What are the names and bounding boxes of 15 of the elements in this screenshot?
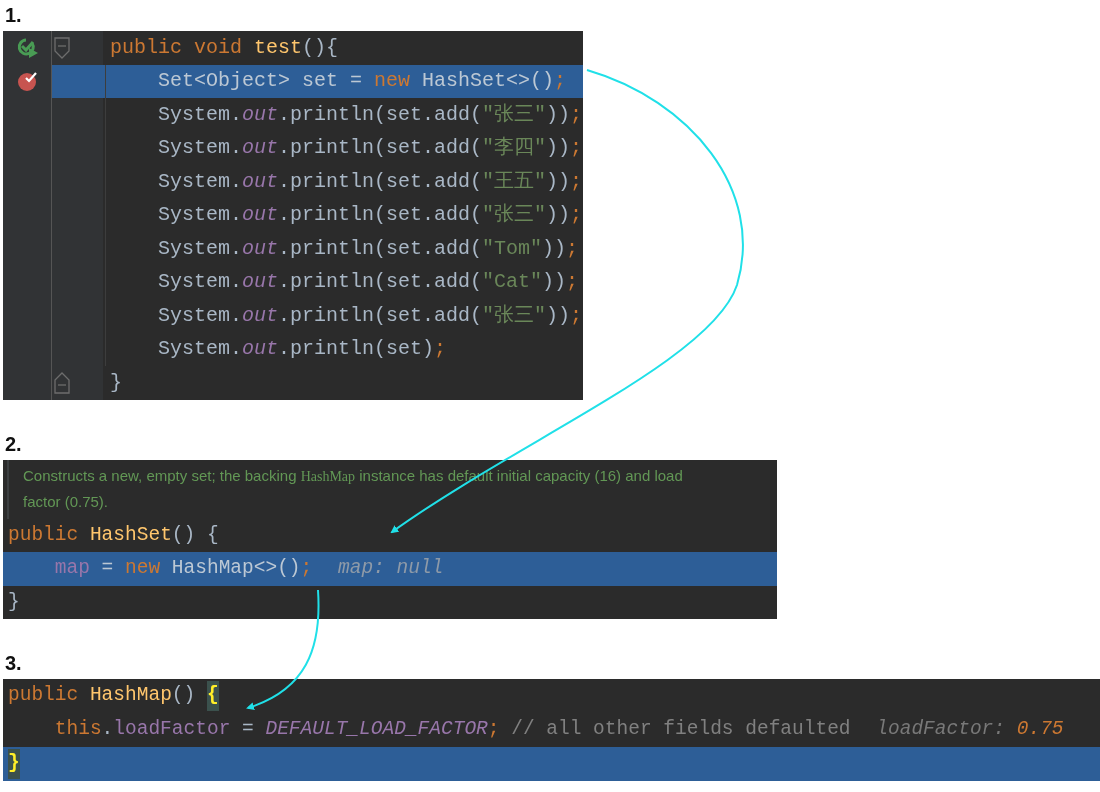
breakpoint-icon[interactable] [16, 70, 39, 93]
code-line: this.loadFactor = DEFAULT_LOAD_FACTOR; // all other fields defaulted [53, 717, 851, 743]
section-number: 3. [5, 651, 22, 675]
inlay-hint: map: null [312, 552, 777, 586]
section-number: 2. [5, 431, 22, 456]
code-line: public HashMap() { [3, 679, 1100, 713]
run-icon[interactable] [16, 36, 39, 59]
fold-icon[interactable] [54, 36, 70, 59]
code-line: } [109, 369, 123, 396]
section-number: 1. [5, 3, 22, 27]
code-line: } [7, 589, 21, 615]
inlay-hint: loadFactor: 0.75 [875, 717, 1065, 743]
code-line: public HashSet() { [7, 522, 220, 548]
fold-icon[interactable] [54, 371, 70, 394]
code-line: public void test(){ [109, 34, 340, 61]
